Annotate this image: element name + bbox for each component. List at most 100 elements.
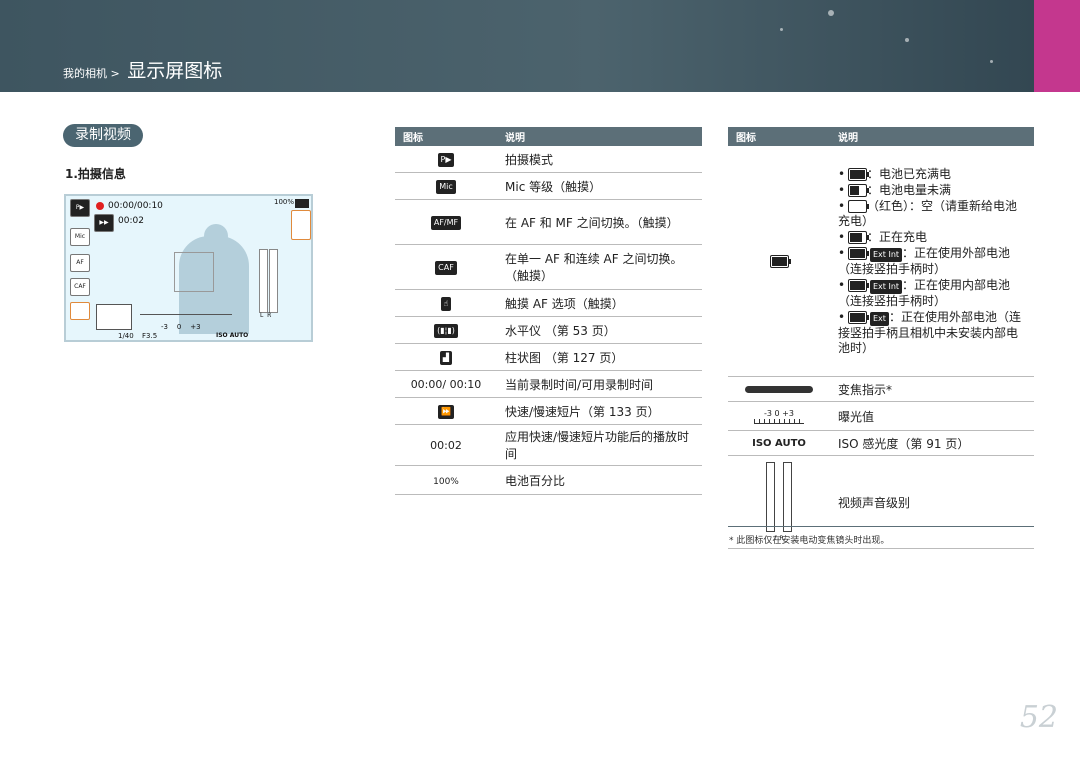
touch-af-icon: ☝ (440, 297, 452, 311)
right-icon-group[interactable] (291, 210, 311, 240)
battery-lines-cell: • ：电池已充满电 • ：电池电量未满 • （红色）：空（请重新给电池充电） • ：正在充电 •… (830, 146, 1034, 377)
ev-scale-icon: -3 0 +3 (728, 401, 830, 431)
table-row: -3 0 +3 曝光值 (728, 401, 1034, 431)
row-desc: 变焦指示* (830, 376, 1034, 402)
col-header-desc: 说明 (830, 127, 1034, 146)
icon-cell (728, 146, 830, 377)
icon-cell: 00:02 (395, 424, 497, 466)
footnote: * 此图标仅在安装电动变焦镜头时出现。 (729, 536, 890, 546)
fast-slow-icon: ⏩ (438, 405, 454, 419)
decor-dot (828, 10, 834, 16)
battery-icon (848, 183, 869, 197)
battery-icon (769, 255, 791, 268)
battery-fill (850, 185, 859, 195)
bullet-icon: • (838, 182, 846, 197)
bullet-icon: • (838, 309, 846, 324)
battery-pct-text: 100% (433, 477, 459, 487)
mic-icon[interactable]: Mic (70, 228, 90, 246)
ev-max: +3 (190, 323, 201, 331)
row-desc: 柱状图 （第 127 页） (497, 343, 702, 371)
row-desc: 电池百分比 (497, 465, 702, 495)
col-header-icon: 图标 (728, 127, 830, 146)
audio-meter-left (259, 249, 268, 313)
icon-cell: ▟ (395, 343, 497, 371)
battery-icon (848, 199, 869, 213)
icon-cell: ☝ (395, 289, 497, 317)
icon-cell: 100% (395, 465, 497, 495)
af-mf-icon: AF/MF (430, 216, 462, 230)
table-row: (▮¦▮) 水平仪 （第 53 页） (395, 316, 702, 344)
page-number: 52 (1019, 700, 1058, 735)
battery-fill (850, 280, 865, 290)
ev-ticks (754, 418, 804, 424)
camera-screen-illustration: P▶ 00:00/00:10 ▶▶ 00:02 100% Mic AF CAF … (64, 194, 313, 342)
battery-icon (295, 199, 309, 208)
col-header-desc: 说明 (497, 127, 702, 146)
shutter-speed: 1/40 (118, 332, 134, 340)
caf-icon[interactable]: CAF (70, 278, 90, 296)
header-accent (1034, 0, 1080, 92)
iso-value: ISO AUTO (216, 332, 249, 339)
screen-rec-time: 00:00/00:10 (108, 201, 163, 211)
ext-int-badge: Ext Int (870, 279, 903, 294)
rec-time-text: 00:00/ 00:10 (410, 378, 482, 391)
battery-status-item: • ：正在充电 (838, 230, 1026, 245)
icon-cell: CAF (395, 244, 497, 290)
touch-af-icon[interactable] (70, 302, 90, 320)
row-desc: ISO 感光度（第 91 页） (830, 430, 1034, 456)
ext-int-badge: Ext Int (870, 247, 903, 262)
bullet-icon: • (838, 229, 846, 244)
table-row: 00:02 应用快速/慢速短片功能后的播放时间 (395, 424, 702, 466)
table-row: ⏩ 快速/慢速短片（第 133 页） (395, 397, 702, 425)
section-title: 录制视频 (63, 124, 143, 147)
table-row: 00:00/ 00:10 当前录制时间/可用录制时间 (395, 370, 702, 398)
caf-icon: CAF (435, 261, 457, 275)
battery-status-text: ：电池已充满电 (867, 166, 952, 181)
audio-meter-right (782, 462, 792, 532)
icon-table-left: 图标 说明 P▶ 拍摄模式 Mic Mic 等级（触摸） AF/MF 在 AF 和 MF … (395, 127, 702, 495)
icon-cell: AF/MF (395, 199, 497, 245)
icon-cell: Mic (395, 172, 497, 200)
audio-r-label: R (267, 312, 272, 319)
bullet-icon: • (838, 245, 846, 260)
histogram (96, 304, 132, 330)
bullet-icon: • (838, 166, 846, 181)
battery-status-item: • ：电池已充满电 (838, 167, 1026, 182)
ev-scale: -3 0 +3 (161, 323, 201, 331)
battery-fill (850, 248, 865, 258)
row-desc: 曝光值 (830, 401, 1034, 431)
mic-icon: Mic (436, 180, 456, 194)
table-row: ☝ 触摸 AF 选项（触摸） (395, 289, 702, 317)
screen-clip-time: 00:02 (118, 216, 144, 226)
table-row: Mic Mic 等级（触摸） (395, 172, 702, 200)
table-row: ▟ 柱状图 （第 127 页） (395, 343, 702, 371)
af-mf-icon[interactable]: AF (70, 254, 90, 272)
table-row: CAF 在单一 AF 和连续 AF 之间切换。（触摸） (395, 244, 702, 290)
page-title: 显示屏图标 (127, 60, 223, 82)
battery-status-item: • （红色）：空（请重新给电池充电） (838, 199, 1026, 229)
fast-slow-icon: ▶▶ (94, 214, 114, 232)
battery-status-item: • ：电池电量未满 (838, 183, 1026, 198)
bullet-icon: • (838, 277, 846, 292)
battery-fill (850, 169, 865, 179)
breadcrumb-parent[interactable]: 我的相机 > (63, 67, 120, 80)
ev-min: -3 (161, 323, 168, 331)
icon-table-right: 图标 说明 • ：电池已充满电 • ：电池电量未满 • （红色）：空（请重新给电池充电） •… (728, 127, 1034, 549)
battery-status-text: ：电池电量未满 (867, 182, 952, 197)
movie-mode-icon: P▶ (70, 199, 90, 217)
row-desc: 拍摄模式 (497, 146, 702, 173)
audio-l-label: L (260, 312, 264, 319)
subsection-title: 1.拍摄信息 (65, 167, 126, 181)
battery-icon (848, 167, 869, 181)
row-desc: 当前录制时间/可用录制时间 (497, 370, 702, 398)
focus-frame (174, 252, 214, 292)
icon-cell: 00:00/ 00:10 (395, 370, 497, 398)
ev-scale-text: -3 0 +3 (764, 408, 794, 418)
battery-fill (771, 257, 787, 266)
level-icon: (▮¦▮) (434, 324, 458, 338)
table-row: 100% 电池百分比 (395, 465, 702, 495)
clip-time-text: 00:02 (430, 439, 462, 452)
decor-dot (905, 38, 909, 42)
ev-zero: 0 (176, 323, 182, 331)
breadcrumb: 我的相机 > 显示屏图标 (63, 56, 222, 83)
